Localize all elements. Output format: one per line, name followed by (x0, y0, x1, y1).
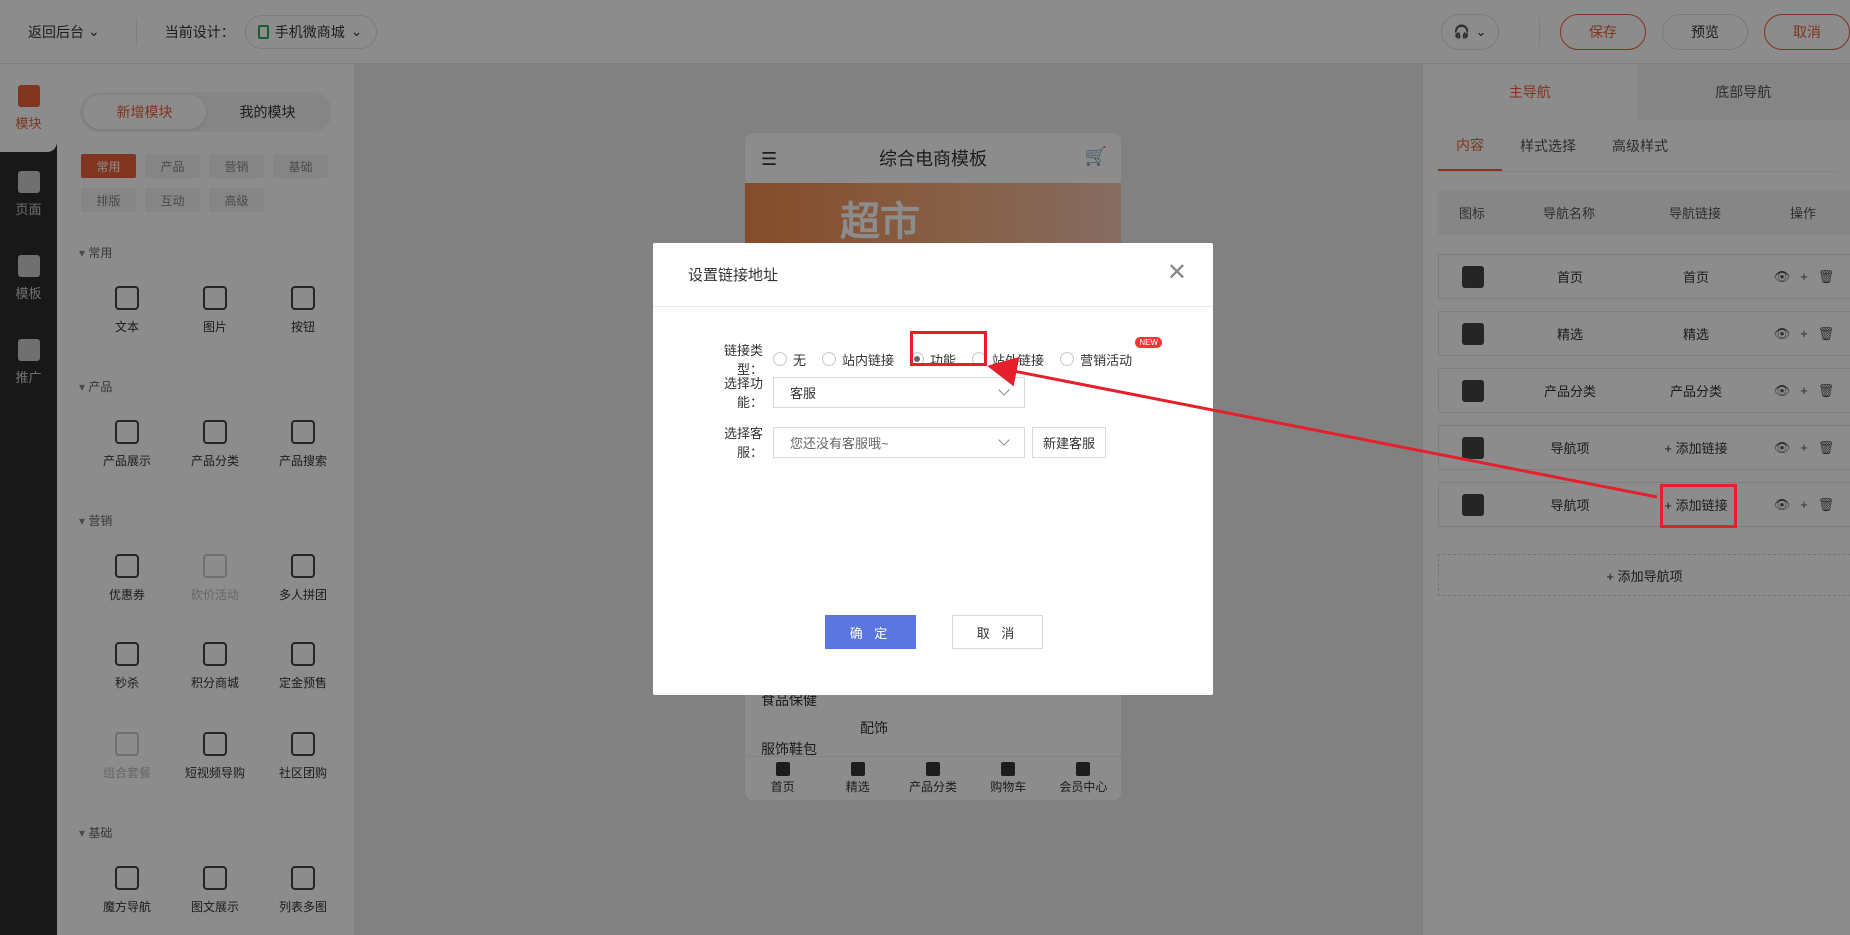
annotation-arrow (987, 356, 1658, 499)
